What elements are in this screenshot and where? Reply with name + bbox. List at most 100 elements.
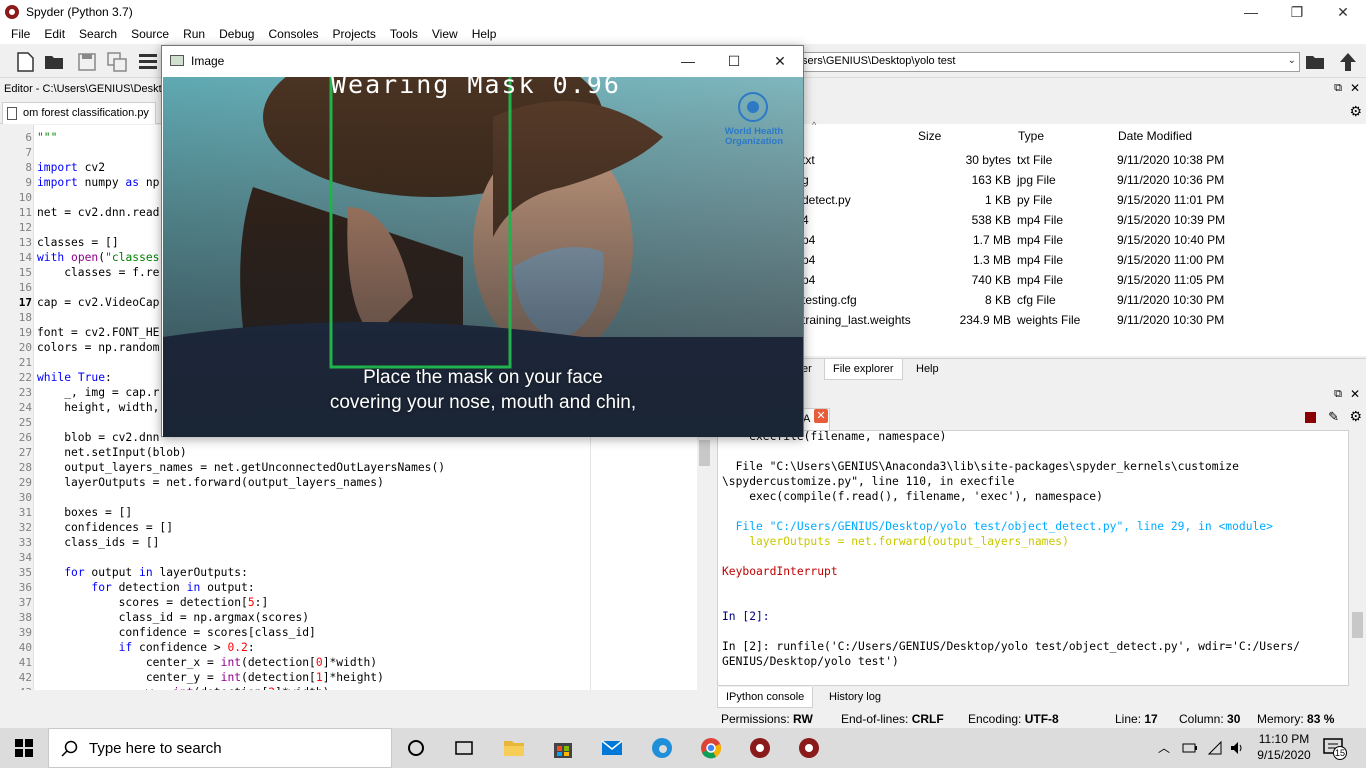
- line-number: 24: [18, 401, 32, 414]
- gear-icon[interactable]: ⚙: [1349, 408, 1362, 425]
- scrollbar-thumb[interactable]: [699, 440, 710, 466]
- file-row[interactable]: detect.py 1 KB py File 9/15/2020 11:01 PM: [800, 190, 1366, 210]
- notifications-button[interactable]: 15: [1323, 738, 1347, 760]
- new-file-icon[interactable]: [14, 51, 36, 73]
- column-header-size[interactable]: Size: [918, 129, 941, 143]
- file-row[interactable]: txt 30 bytes txt File 9/11/2020 10:38 PM: [800, 150, 1366, 170]
- tab-ipython-console[interactable]: IPython console: [717, 687, 814, 708]
- menu-file[interactable]: File: [4, 27, 37, 41]
- file-row[interactable]: p4 740 KB mp4 File 9/15/2020 11:05 PM: [800, 270, 1366, 290]
- battery-icon[interactable]: [1182, 742, 1198, 754]
- taskbar-search-box[interactable]: Type here to search: [48, 728, 392, 768]
- working-directory-input[interactable]: sers\GENIUS\Desktop\yolo test ⌄: [797, 52, 1300, 72]
- file-name: testing.cfg: [802, 293, 857, 307]
- menu-help[interactable]: Help: [465, 27, 504, 41]
- file-name: training_last.weights: [802, 313, 911, 327]
- chevron-up-icon[interactable]: ︿: [1158, 739, 1170, 756]
- console-tab-bar: A ✕ ✎ ⚙: [800, 406, 1366, 430]
- column-header-type[interactable]: Type: [1018, 129, 1044, 143]
- minimize-button[interactable]: —: [1228, 0, 1274, 24]
- editor-tab[interactable]: om forest classification.py: [2, 102, 156, 124]
- menu-edit[interactable]: Edit: [37, 27, 72, 41]
- code-text: blob = cv2.dnn: [37, 431, 160, 444]
- line-number: 34: [18, 551, 32, 564]
- menu-debug[interactable]: Debug: [212, 27, 261, 41]
- gear-icon[interactable]: ⚙: [1349, 103, 1362, 120]
- code-line: 27 net.setInput(blob): [0, 445, 697, 460]
- clear-console-icon[interactable]: ✎: [1328, 409, 1339, 425]
- file-row[interactable]: p4 1.7 MB mp4 File 9/15/2020 10:40 PM: [800, 230, 1366, 250]
- console-pane-header: ⧉ ✕: [800, 386, 1366, 406]
- file-row[interactable]: p4 1.3 MB mp4 File 9/15/2020 11:00 PM: [800, 250, 1366, 270]
- file-row[interactable]: testing.cfg 8 KB cfg File 9/11/2020 10:30 P…: [800, 290, 1366, 310]
- file-row[interactable]: 4 538 KB mp4 File 9/15/2020 10:39 PM: [800, 210, 1366, 230]
- store-icon[interactable]: [551, 736, 575, 760]
- menu-consoles[interactable]: Consoles: [261, 27, 325, 41]
- code-text: output_layers_names = net.getUnconnected…: [37, 461, 446, 474]
- menu-tools[interactable]: Tools: [383, 27, 425, 41]
- file-size: 234.9 MB: [959, 313, 1011, 327]
- undock-icon[interactable]: ⧉: [1334, 82, 1342, 95]
- line-number: 39: [18, 626, 32, 639]
- console-vertical-scrollbar[interactable]: [1349, 430, 1366, 686]
- save-icon[interactable]: [76, 51, 98, 73]
- chevron-down-icon[interactable]: ⌄: [1288, 55, 1296, 66]
- parent-directory-icon[interactable]: [1337, 51, 1359, 73]
- cortana-icon[interactable]: [404, 736, 428, 760]
- close-pane-icon[interactable]: ✕: [1350, 387, 1360, 401]
- tab-help[interactable]: Help: [908, 359, 947, 380]
- minimize-button[interactable]: —: [665, 49, 711, 73]
- file-row[interactable]: training_last.weights 234.9 MB weights Fil…: [800, 310, 1366, 330]
- menu-view[interactable]: View: [425, 27, 465, 41]
- volume-icon[interactable]: [1229, 740, 1245, 756]
- tab-file-explorer[interactable]: File explorer: [824, 359, 903, 380]
- close-pane-icon[interactable]: ✕: [1350, 81, 1360, 95]
- maximize-button[interactable]: ☐: [711, 49, 757, 73]
- open-folder-icon[interactable]: [43, 51, 65, 73]
- line-number: 33: [18, 536, 32, 549]
- start-button[interactable]: [0, 728, 48, 768]
- tab-history-log[interactable]: History log: [821, 687, 889, 708]
- file-size: 163 KB: [971, 173, 1011, 187]
- status-bar: Permissions: RW End-of-lines: CRLF Encod…: [0, 708, 1366, 728]
- column-header-date[interactable]: Date Modified: [1118, 129, 1192, 143]
- task-view-icon[interactable]: [452, 736, 476, 760]
- ipython-console-output[interactable]: execfile(filename, namespace) File "C:\U…: [717, 430, 1349, 686]
- code-text: for output in layerOutputs:: [64, 566, 248, 579]
- undock-icon[interactable]: ⧉: [1334, 388, 1342, 401]
- search-icon: [61, 740, 78, 757]
- file-row[interactable]: g 163 KB jpg File 9/11/2020 10:36 PM: [800, 170, 1366, 190]
- code-text: class_id = np.argmax(scores): [37, 611, 310, 624]
- file-list-icon[interactable]: [137, 51, 159, 73]
- file-size: 1 KB: [984, 193, 1011, 207]
- file-explorer-icon[interactable]: [502, 736, 526, 760]
- close-button[interactable]: ✕: [757, 49, 803, 73]
- close-console-icon[interactable]: ✕: [814, 409, 828, 423]
- menu-run[interactable]: Run: [176, 27, 212, 41]
- menu-projects[interactable]: Projects: [326, 27, 383, 41]
- pane-tab-bar: er File explorer Help: [800, 358, 1366, 380]
- edge-browser-icon[interactable]: [650, 736, 674, 760]
- spyder-taskbar-icon[interactable]: [748, 736, 772, 760]
- scrollbar-thumb[interactable]: [1352, 612, 1363, 638]
- browse-folder-icon[interactable]: [1304, 51, 1326, 73]
- stop-kernel-icon[interactable]: [1305, 412, 1316, 423]
- file-type: cfg File: [1017, 293, 1056, 307]
- editor-horizontal-scrollbar[interactable]: [0, 690, 712, 705]
- chrome-browser-icon[interactable]: [699, 736, 723, 760]
- file-size: 30 bytes: [965, 153, 1011, 167]
- menu-source[interactable]: Source: [124, 27, 176, 41]
- subtitle-line-2: covering your nose, mouth and chin,: [329, 392, 637, 413]
- save-all-icon[interactable]: [106, 51, 128, 73]
- spyder-taskbar-icon-active[interactable]: [797, 736, 821, 760]
- console-line: layerOutputs = net.forward(output_layers…: [722, 535, 1069, 548]
- menu-search[interactable]: Search: [72, 27, 124, 41]
- mail-icon[interactable]: [600, 736, 624, 760]
- close-button[interactable]: ✕: [1320, 0, 1366, 24]
- system-clock[interactable]: 11:10 PM 9/15/2020: [1256, 731, 1312, 763]
- restore-button[interactable]: ❐: [1274, 0, 1320, 24]
- line-number: 40: [18, 641, 32, 654]
- file-type: weights File: [1017, 313, 1081, 327]
- code-text: if confidence > 0.2:: [118, 641, 255, 654]
- wifi-icon[interactable]: [1207, 740, 1223, 756]
